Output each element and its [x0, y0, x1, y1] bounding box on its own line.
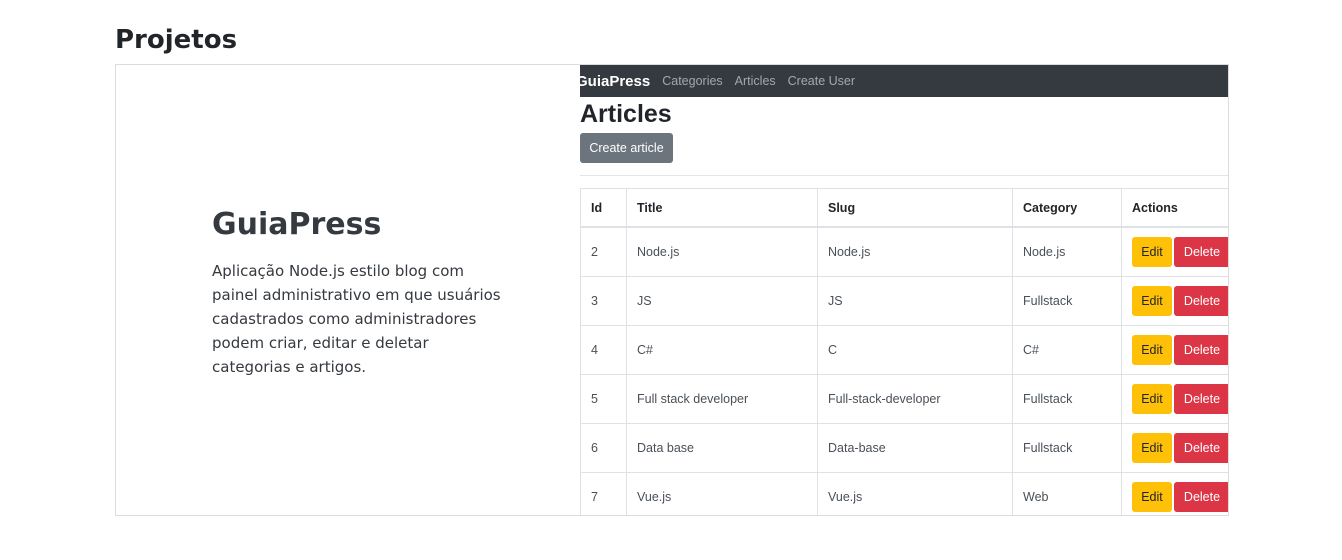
edit-button[interactable]: Edit: [1132, 433, 1172, 463]
nav-link-articles[interactable]: Articles: [735, 74, 776, 88]
cell-id: 6: [580, 423, 627, 473]
cell-category: C#: [1012, 325, 1122, 375]
cell-title: Node.js: [626, 226, 818, 277]
cell-id: 3: [580, 276, 627, 326]
cell-actions: Edit Delete: [1121, 472, 1228, 515]
cell-slug: Vue.js: [817, 472, 1013, 515]
column-header-title: Title: [626, 188, 818, 228]
cell-id: 5: [580, 374, 627, 424]
edit-button[interactable]: Edit: [1132, 237, 1172, 267]
edit-button[interactable]: Edit: [1132, 335, 1172, 365]
cell-category: Fullstack: [1012, 276, 1122, 326]
navbar-brand[interactable]: GuiaPress: [580, 73, 650, 90]
column-header-category: Category: [1012, 188, 1122, 228]
project-screenshot: GuiaPress Categories Articles Create Use…: [580, 65, 1228, 515]
table-row: 6 Data base Data-base Fullstack Edit Dele…: [580, 423, 1228, 473]
delete-button[interactable]: Delete: [1174, 482, 1228, 512]
column-header-id: Id: [580, 188, 627, 228]
delete-button[interactable]: Delete: [1174, 335, 1228, 365]
cell-actions: Edit Delete: [1121, 325, 1228, 375]
cell-category: Node.js: [1012, 226, 1122, 277]
cell-category: Fullstack: [1012, 423, 1122, 473]
edit-button[interactable]: Edit: [1132, 384, 1172, 414]
cell-category: Web: [1012, 472, 1122, 515]
delete-button[interactable]: Delete: [1174, 286, 1228, 316]
cell-actions: Edit Delete: [1121, 374, 1228, 424]
project-info: GuiaPress Aplicação Node.js estilo blog …: [212, 205, 502, 379]
table-row: 3 JS JS Fullstack Edit Delete: [580, 276, 1228, 326]
cell-title: C#: [626, 325, 818, 375]
cell-actions: Edit Delete: [1121, 276, 1228, 326]
screenshot-navbar: GuiaPress Categories Articles Create Use…: [580, 65, 1228, 97]
table-header-row: Id Title Slug Category Actions: [580, 188, 1228, 228]
cell-id: 2: [580, 226, 627, 277]
cell-slug: Full-stack-developer: [817, 374, 1013, 424]
delete-button[interactable]: Delete: [1174, 384, 1228, 414]
cell-actions: Edit Delete: [1121, 226, 1228, 277]
cell-slug: JS: [817, 276, 1013, 326]
project-card: GuiaPress Aplicação Node.js estilo blog …: [115, 64, 1229, 516]
cell-id: 7: [580, 472, 627, 515]
articles-heading: Articles: [580, 100, 672, 128]
column-header-actions: Actions: [1121, 188, 1228, 228]
articles-table: Id Title Slug Category Actions 2 Node.js…: [580, 188, 1228, 515]
table-row: 4 C# C C# Edit Delete: [580, 325, 1228, 375]
cell-slug: C: [817, 325, 1013, 375]
delete-button[interactable]: Delete: [1174, 433, 1228, 463]
divider: [580, 175, 1228, 176]
create-article-button[interactable]: Create article: [580, 133, 673, 163]
nav-link-create-user[interactable]: Create User: [788, 74, 855, 88]
table-row: 2 Node.js Node.js Node.js Edit Delete: [580, 226, 1228, 277]
cell-actions: Edit Delete: [1121, 423, 1228, 473]
cell-id: 4: [580, 325, 627, 375]
edit-button[interactable]: Edit: [1132, 286, 1172, 316]
delete-button[interactable]: Delete: [1174, 237, 1228, 267]
cell-slug: Node.js: [817, 226, 1013, 277]
cell-title: JS: [626, 276, 818, 326]
project-title: GuiaPress: [212, 207, 382, 242]
nav-link-categories[interactable]: Categories: [662, 74, 722, 88]
cell-title: Vue.js: [626, 472, 818, 515]
table-row: 7 Vue.js Vue.js Web Edit Delete: [580, 472, 1228, 515]
cell-title: Full stack developer: [626, 374, 818, 424]
edit-button[interactable]: Edit: [1132, 482, 1172, 512]
cell-title: Data base: [626, 423, 818, 473]
project-description: Aplicação Node.js estilo blog com painel…: [212, 262, 501, 376]
cell-slug: Data-base: [817, 423, 1013, 473]
section-title: Projetos: [115, 25, 238, 55]
column-header-slug: Slug: [817, 188, 1013, 228]
cell-category: Fullstack: [1012, 374, 1122, 424]
table-row: 5 Full stack developer Full-stack-develo…: [580, 374, 1228, 424]
